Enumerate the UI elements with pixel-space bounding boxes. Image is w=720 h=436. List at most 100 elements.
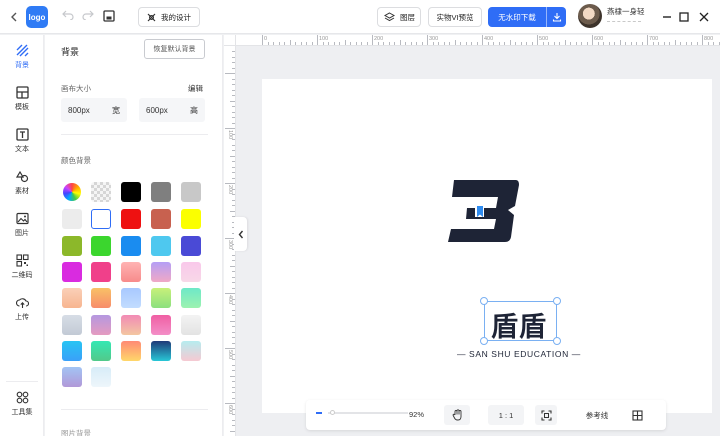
color-swatch[interactable] <box>181 288 201 308</box>
ruler-tick <box>608 42 610 45</box>
color-swatch[interactable] <box>121 182 141 202</box>
ruler-tick-label: 500 <box>227 350 233 360</box>
close-icon[interactable] <box>697 10 711 24</box>
ruler-tick <box>232 254 235 256</box>
resize-handle[interactable] <box>553 337 561 345</box>
section-divider <box>61 409 208 410</box>
color-swatch[interactable] <box>181 315 201 335</box>
guides-label-button[interactable]: 参考线 <box>568 405 626 425</box>
brand-name-cn[interactable]: 盾盾 <box>491 305 547 344</box>
ruler-tick-label: 700 <box>649 36 659 42</box>
ruler-tick <box>460 42 461 45</box>
edit-size-link[interactable]: 编辑 <box>188 83 203 94</box>
undo-icon[interactable] <box>62 10 76 24</box>
layer-button[interactable]: 图层 <box>377 7 421 27</box>
nav-item-qrcode[interactable]: 二维码 <box>0 248 44 286</box>
color-swatch[interactable] <box>181 236 201 256</box>
ruler-tick <box>350 42 351 45</box>
color-swatch[interactable] <box>62 209 82 229</box>
fit-screen-button[interactable] <box>535 405 557 425</box>
color-swatch[interactable] <box>63 183 81 201</box>
color-swatch[interactable] <box>62 367 82 387</box>
color-swatch[interactable] <box>151 341 171 361</box>
nav-item-text[interactable]: 文本 <box>0 122 44 160</box>
nav-item-image[interactable]: 图片 <box>0 206 44 244</box>
artboard[interactable]: 盾盾 — SAN SHU EDUCATION — <box>262 79 712 413</box>
ruler-tick <box>399 40 401 45</box>
color-swatch[interactable] <box>62 341 82 361</box>
width-field[interactable]: 800px 宽 <box>61 98 127 122</box>
color-swatch[interactable] <box>91 262 111 282</box>
collapse-panel-button[interactable] <box>234 217 247 251</box>
ruler-tick <box>232 282 235 283</box>
maximize-icon[interactable] <box>677 10 691 24</box>
ruler-tick <box>515 42 516 45</box>
nav-item-template[interactable]: 模板 <box>0 80 44 118</box>
color-swatch[interactable] <box>151 209 171 229</box>
nav-item-toolbox[interactable]: 工具集 <box>0 385 44 423</box>
color-swatch[interactable] <box>181 209 201 229</box>
color-swatch[interactable] <box>181 262 201 282</box>
nav-item-upload[interactable]: 上传 <box>0 290 44 328</box>
upload-icon <box>15 298 29 308</box>
color-swatch[interactable] <box>121 209 141 229</box>
ruler-tick <box>702 35 703 45</box>
nav-item-elements[interactable]: 素材 <box>0 164 44 202</box>
vi-preview-button[interactable]: 实物VI预览 <box>428 7 482 27</box>
delete-handle[interactable] <box>553 297 561 305</box>
color-swatch[interactable] <box>181 341 201 361</box>
ruler-tick <box>232 161 235 162</box>
color-swatch[interactable] <box>91 182 111 202</box>
save-icon[interactable] <box>103 10 117 24</box>
height-field[interactable]: 600px 高 <box>139 98 205 122</box>
color-swatch[interactable] <box>121 236 141 256</box>
color-swatch[interactable] <box>62 262 82 282</box>
color-swatch[interactable] <box>91 236 111 256</box>
minimize-icon[interactable] <box>660 10 674 24</box>
ruler-tick <box>230 265 235 267</box>
avatar[interactable] <box>578 4 602 28</box>
reset-background-button[interactable]: 恢复默认背景 <box>144 39 205 59</box>
color-swatch[interactable] <box>121 341 141 361</box>
color-swatch[interactable] <box>91 315 111 335</box>
qrcode-icon <box>15 254 29 267</box>
guides-grid-button[interactable] <box>626 405 648 425</box>
color-swatch[interactable] <box>181 182 201 202</box>
zoom-out-button[interactable] <box>316 412 322 414</box>
color-swatch[interactable] <box>151 182 171 202</box>
color-swatch[interactable] <box>151 288 171 308</box>
color-swatch[interactable] <box>151 315 171 335</box>
color-swatch[interactable] <box>91 288 111 308</box>
color-swatch[interactable] <box>91 341 111 361</box>
download-icon[interactable] <box>546 7 566 27</box>
color-swatch[interactable] <box>62 236 82 256</box>
color-swatch[interactable] <box>91 367 111 387</box>
brand-name-en[interactable]: — SAN SHU EDUCATION — <box>457 349 581 359</box>
ratio-button[interactable]: 1 : 1 <box>488 405 524 425</box>
color-swatch[interactable] <box>91 209 111 229</box>
resize-handle[interactable] <box>480 297 488 305</box>
redo-icon[interactable] <box>82 10 96 24</box>
ruler-tick <box>232 144 235 146</box>
brand-mark-icon[interactable] <box>446 177 522 245</box>
color-swatch[interactable] <box>121 315 141 335</box>
back-icon[interactable] <box>7 10 21 24</box>
nav-item-background[interactable]: 背景 <box>0 38 44 76</box>
my-design-button[interactable]: 我的设计 <box>138 7 200 27</box>
color-swatch[interactable] <box>151 262 171 282</box>
hand-tool-button[interactable] <box>444 405 470 425</box>
zoom-slider[interactable] <box>328 412 408 414</box>
rotate-handle[interactable] <box>480 337 488 345</box>
ruler-tick <box>311 42 313 45</box>
zoom-slider-knob[interactable] <box>330 410 335 415</box>
color-swatch[interactable] <box>62 315 82 335</box>
ruler-tick <box>230 320 235 322</box>
color-swatch[interactable] <box>121 288 141 308</box>
ruler-tick <box>680 42 681 45</box>
ruler-tick <box>225 73 235 74</box>
download-button[interactable]: 无水印下载 <box>488 7 566 27</box>
color-swatch[interactable] <box>62 288 82 308</box>
color-swatch[interactable] <box>151 236 171 256</box>
ruler-tick <box>663 42 665 45</box>
color-swatch[interactable] <box>121 262 141 282</box>
